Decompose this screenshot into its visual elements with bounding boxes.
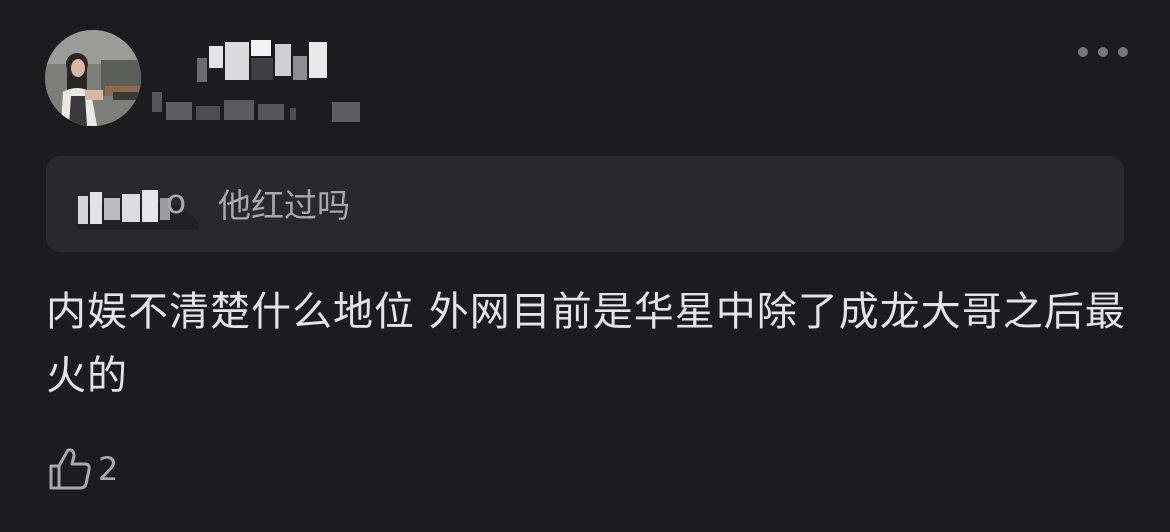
quoted-username-suffix: o — [166, 182, 187, 221]
username-redacted — [197, 40, 327, 82]
avatar-photo — [45, 30, 141, 126]
quoted-reply[interactable]: o 他红过吗 — [46, 156, 1124, 252]
like-count: 2 — [98, 450, 119, 488]
more-dots-icon — [1078, 47, 1088, 57]
thumbs-up-icon — [48, 446, 92, 492]
more-options-button[interactable] — [1078, 40, 1128, 64]
quoted-text: 他红过吗 — [218, 186, 350, 225]
comment-text: 内娱不清楚什么地位 外网目前是华星中除了成龙大哥之后最火的 — [46, 289, 1126, 399]
like-button[interactable]: 2 — [48, 446, 118, 492]
avatar[interactable] — [45, 30, 141, 126]
user-meta-redacted — [152, 92, 360, 122]
quoted-username-redacted — [78, 190, 198, 230]
